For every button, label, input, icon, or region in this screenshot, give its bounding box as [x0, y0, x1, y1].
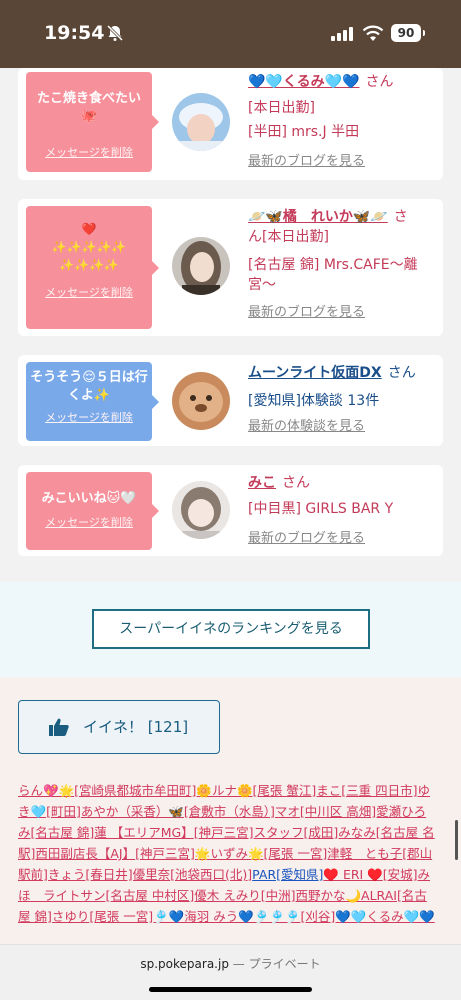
ticker-item[interactable]: [中洲]西野かな🌙ALRAI [261, 888, 397, 903]
private-label: — プライベート [232, 957, 321, 971]
shop-label: [半田] mrs.J 半田 [248, 124, 360, 140]
user-name[interactable]: ムーンライト仮面DX [248, 365, 382, 381]
ticker-item[interactable]: ♥️ ERI ♥️ [323, 867, 382, 882]
scrollbar-thumb[interactable] [455, 820, 458, 860]
avatar[interactable] [172, 481, 230, 539]
ticker-item[interactable]: [神戸三宮]🌟いずみ🌟 [135, 846, 263, 861]
message-text: みこいいね🐱🤍 [41, 491, 137, 506]
user-name[interactable]: 🪐🦋橘 れいか🦋🪐 [248, 209, 388, 225]
user-name[interactable]: 💙🩵くるみ🩵💙 [248, 74, 359, 90]
delete-message-link[interactable]: メッセージを削除 [26, 409, 152, 425]
avatar[interactable] [172, 237, 230, 295]
message-bubble: ❤️ ✨✨✨✨✨ ✨✨✨✨ メッセージを削除 [26, 206, 159, 329]
status-time: 19:54 [44, 22, 105, 44]
attendance-label: [本日出勤] [248, 100, 315, 116]
delete-message-link[interactable]: メッセージを削除 [26, 284, 152, 300]
ticker-item[interactable]: [池袋西口(北)] [170, 867, 252, 882]
user-name[interactable]: みこ [248, 475, 276, 491]
delete-message-link[interactable]: メッセージを削除 [26, 144, 152, 160]
latest-review-link[interactable]: 最新の体験談を見る [248, 417, 438, 437]
ticker-item[interactable]: [倉敷市（水島）]マオ [184, 804, 300, 819]
wifi-icon [362, 25, 384, 41]
bell-muted-icon [106, 24, 124, 42]
message-card: たこ焼き食べたい🐙 メッセージを削除 💙🩵くるみ🩵💙 さん [本日出勤] [半田]… [18, 68, 443, 180]
message-card: ❤️ ✨✨✨✨✨ ✨✨✨✨ メッセージを削除 🪐🦋橘 れいか🦋🪐 さ ん[本日出勤… [18, 199, 443, 336]
ticker-item[interactable]: [名古屋 錦]蓮 【エリアMG】 [31, 825, 194, 840]
ticker-item[interactable]: [尾張 一宮]津軽 とも子 [264, 846, 403, 861]
ticker-item[interactable]: [町田]あやか（采香）🦋 [46, 804, 184, 819]
like-count-label: イイネ！ [121] [83, 718, 189, 736]
home-indicator[interactable] [149, 987, 312, 992]
message-bubble: みこいいね🐱🤍 メッセージを削除 [26, 472, 159, 550]
recent-likes-ticker: らん💖🌟[宮崎県都城市牟田町]🌼ルナ🌼[尾張 蟹江]まこ[三重 四日市]ゆき🩵[… [18, 780, 438, 927]
ticker-item[interactable]: [刈谷]💙🩵くるみ🩵💙 [300, 909, 434, 924]
ticker-item[interactable]: [名古屋 中村区]優木 えみり [106, 888, 261, 903]
browser-url-bar[interactable]: sp.pokepara.jp — プライベート [0, 944, 461, 1000]
latest-blog-link[interactable]: 最新のブログを見る [248, 303, 438, 323]
battery-indicator: 90 [391, 24, 425, 42]
message-bubble: たこ焼き食べたい🐙 メッセージを削除 [26, 72, 159, 172]
ticker-item[interactable]: [尾張 蟹江]まこ [253, 783, 342, 798]
honorific: さん [365, 74, 394, 90]
honorific: さん [387, 365, 416, 381]
ticker-item[interactable]: [神戸三宮]スタッフ [194, 825, 304, 840]
ticker-item[interactable]: [成田]みなみ [303, 825, 375, 840]
latest-blog-link[interactable]: 最新のブログを見る [248, 152, 438, 172]
attendance-label: ん[本日出勤] [248, 229, 329, 245]
like-button[interactable]: イイネ！ [121] [18, 700, 220, 754]
url-domain: sp.pokepara.jp [140, 957, 229, 971]
honorific: さん [282, 475, 310, 491]
ticker-item[interactable]: [尾張 一宮]🎐💙海羽 みう💙🎐🎐🎐 [89, 909, 300, 924]
message-text: たこ焼き食べたい🐙 [36, 91, 141, 124]
review-count-label: [愛知県]体験談 13件 [248, 393, 380, 409]
message-bubble: そうそう😌５日は行くよ✨ メッセージを削除 [26, 362, 159, 441]
message-text: そうそう😌５日は行くよ✨ [30, 370, 148, 403]
shop-label: [名古屋 錦] Mrs.CAFE〜離宮〜 [248, 257, 418, 293]
delete-message-link[interactable]: メッセージを削除 [26, 514, 152, 530]
ticker-item[interactable]: らん💖🌟 [18, 783, 74, 798]
message-card: みこいいね🐱🤍 メッセージを削除 みこ さん [中目黒] GIRLS BAR Y … [18, 465, 443, 556]
status-bar: 19:54 90 [0, 0, 461, 68]
ranking-section: スーパーイイネのランキングを見る [0, 582, 461, 677]
ticker-item[interactable]: [宮崎県都城市牟田町]🌼ルナ🌼 [74, 783, 252, 798]
ticker-item[interactable]: [春日井]優里奈 [85, 867, 170, 882]
honorific: さ [393, 209, 408, 225]
message-card: そうそう😌５日は行くよ✨ メッセージを削除 ムーンライト仮面DX さん [愛知県]… [18, 355, 443, 446]
shop-label: [中目黒] GIRLS BAR Y [248, 501, 394, 517]
super-like-ranking-button[interactable]: スーパーイイネのランキングを見る [92, 609, 370, 649]
signal-icon [331, 27, 353, 41]
ticker-item[interactable]: PAR[愛知県] [252, 867, 323, 882]
avatar[interactable] [172, 93, 230, 151]
avatar[interactable] [172, 372, 230, 430]
thumbs-up-icon [49, 718, 69, 736]
message-text: ❤️ ✨✨✨✨✨ ✨✨✨✨ [51, 222, 127, 272]
latest-blog-link[interactable]: 最新のブログを見る [248, 529, 438, 549]
